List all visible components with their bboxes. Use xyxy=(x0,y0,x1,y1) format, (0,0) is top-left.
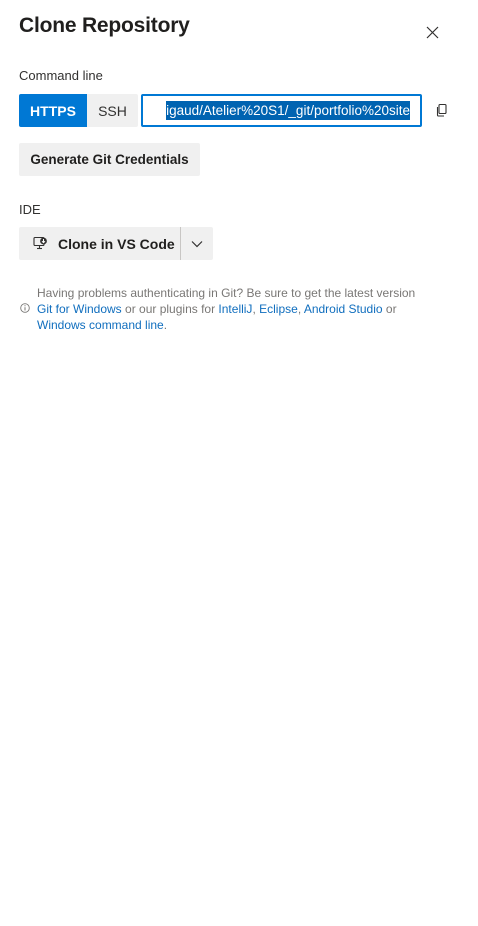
help-intro-text: Having problems authenticating in Git? B… xyxy=(37,286,416,300)
generate-git-credentials-button[interactable]: Generate Git Credentials xyxy=(19,143,200,176)
close-icon xyxy=(426,26,438,38)
copy-icon xyxy=(436,103,447,117)
clone-in-vscode-button[interactable]: Clone in VS Code xyxy=(19,227,181,260)
help-or-text: or xyxy=(385,302,397,316)
authentication-help-text: Having problems authenticating in Git? B… xyxy=(37,285,437,333)
eclipse-link[interactable]: Eclipse xyxy=(259,302,298,316)
clone-url-field[interactable]: igaud/Atelier%20S1/_git/portfolio%20site xyxy=(141,94,422,127)
help-period: . xyxy=(163,318,168,332)
info-icon xyxy=(20,303,30,313)
vscode-clone-icon xyxy=(33,236,47,250)
windows-command-line-link[interactable]: Windows command line xyxy=(37,318,164,332)
help-comma-2: , xyxy=(297,302,302,316)
help-comma-1: , xyxy=(252,302,256,316)
help-middle-text: or our plugins for xyxy=(125,302,216,316)
close-button[interactable] xyxy=(420,20,444,44)
clone-url-value[interactable]: igaud/Atelier%20S1/_git/portfolio%20site xyxy=(166,101,410,120)
ide-label: IDE xyxy=(19,202,41,217)
https-toggle-button[interactable]: HTTPS xyxy=(19,94,87,127)
android-studio-link[interactable]: Android Studio xyxy=(304,302,383,316)
command-line-label: Command line xyxy=(19,68,103,83)
clone-in-vscode-label: Clone in VS Code xyxy=(58,235,175,252)
copy-url-button[interactable] xyxy=(434,102,450,118)
git-for-windows-link[interactable]: Git for Windows xyxy=(37,302,122,316)
ssh-toggle-button[interactable]: SSH xyxy=(87,94,138,127)
panel-title: Clone Repository xyxy=(19,14,190,37)
intellij-link[interactable]: IntelliJ xyxy=(218,302,252,316)
clone-repository-panel: Clone Repository Command line HTTPS SSH … xyxy=(0,0,478,926)
chevron-down-icon xyxy=(191,240,203,247)
clone-options-dropdown-button[interactable] xyxy=(181,227,213,260)
